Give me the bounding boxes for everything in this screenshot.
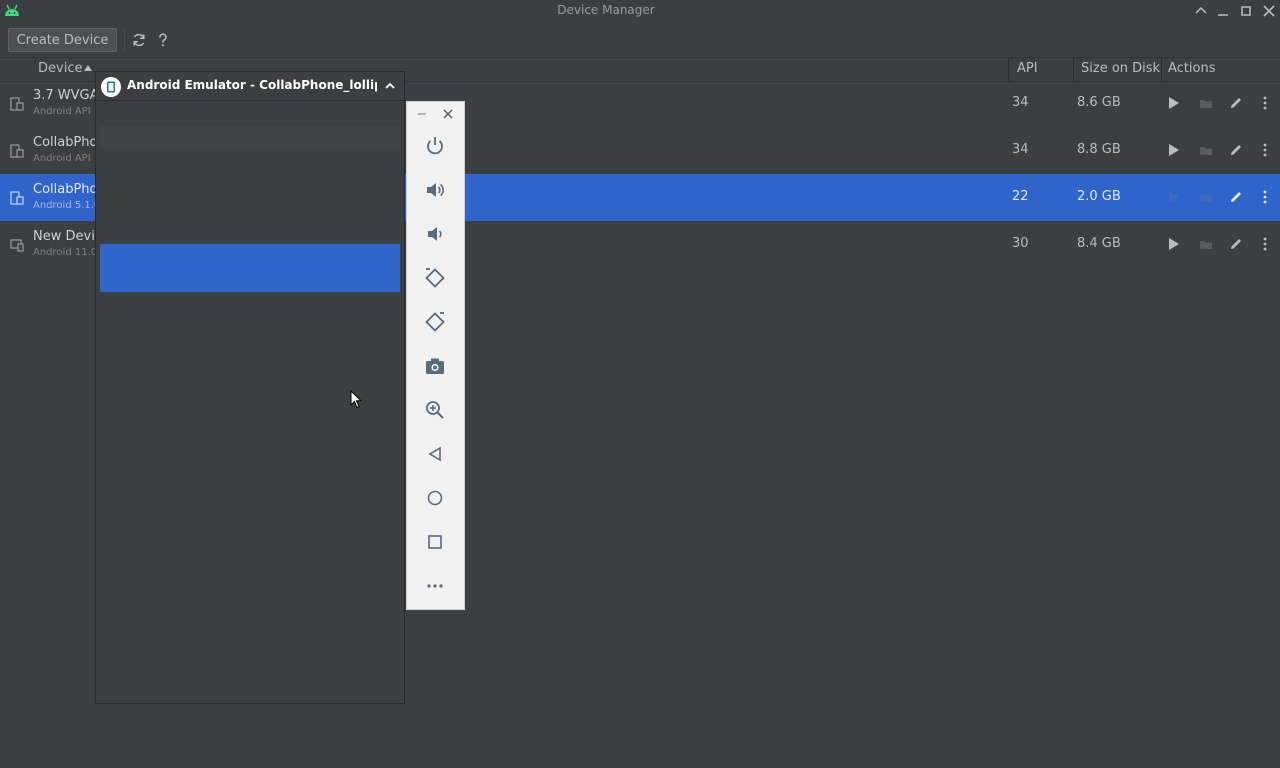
rotate-left-icon[interactable] — [423, 266, 447, 290]
emulator-selected-item[interactable] — [100, 244, 400, 292]
edit-icon[interactable] — [1228, 189, 1244, 205]
device-phone-icon — [10, 191, 24, 205]
api-column-header[interactable]: API — [1017, 61, 1038, 76]
minimize-icon[interactable] — [417, 109, 427, 119]
play-icon[interactable] — [1166, 189, 1182, 205]
folder-icon[interactable] — [1198, 142, 1214, 158]
more-horizontal-icon[interactable] — [423, 574, 447, 598]
maximize-icon[interactable] — [1237, 2, 1255, 20]
home-icon[interactable] — [423, 486, 447, 510]
device-subtitle: Android 11.0 — [33, 247, 98, 258]
device-api: 22 — [1012, 189, 1029, 204]
volume-up-icon[interactable] — [423, 178, 447, 202]
more-vertical-icon[interactable] — [1257, 189, 1273, 205]
folder-icon[interactable] — [1198, 236, 1214, 252]
edit-icon[interactable] — [1228, 142, 1244, 158]
emulator-status-bar — [100, 126, 400, 148]
device-subtitle: Android API 3 — [33, 106, 101, 117]
more-vertical-icon[interactable] — [1257, 236, 1273, 252]
overview-icon[interactable] — [423, 530, 447, 554]
folder-icon[interactable] — [1198, 189, 1214, 205]
refresh-icon[interactable] — [131, 32, 147, 48]
more-vertical-icon[interactable] — [1257, 95, 1273, 111]
close-icon[interactable] — [443, 109, 453, 119]
column-divider — [1073, 58, 1074, 81]
sort-ascending-icon — [84, 65, 92, 71]
mouse-cursor-icon — [350, 390, 362, 409]
volume-down-icon[interactable] — [423, 222, 447, 246]
zoom-in-icon[interactable] — [423, 398, 447, 422]
device-phone-icon — [10, 144, 24, 158]
device-size: 2.0 GB — [1077, 189, 1121, 204]
device-name: 3.7 WVGA — [33, 88, 99, 103]
minimize-icon[interactable] — [1214, 2, 1232, 20]
close-icon[interactable] — [1260, 2, 1278, 20]
device-name: New Devic — [33, 229, 102, 244]
toolbar-divider — [124, 28, 125, 52]
emulator-app-icon — [101, 77, 121, 97]
actions-column-header: Actions — [1168, 61, 1216, 76]
device-size: 8.4 GB — [1077, 236, 1121, 251]
device-api: 34 — [1012, 95, 1029, 110]
play-icon[interactable] — [1166, 142, 1182, 158]
device-subtitle: Android 5.1.0 — [33, 200, 101, 211]
collapse-icon[interactable] — [1192, 2, 1210, 20]
column-divider — [1161, 58, 1162, 81]
play-icon[interactable] — [1166, 95, 1182, 111]
device-subtitle: Android API 3 — [33, 153, 101, 164]
device-size: 8.8 GB — [1077, 142, 1121, 157]
device-api: 30 — [1012, 236, 1029, 251]
camera-icon[interactable] — [423, 354, 447, 378]
emulator-title: Android Emulator - CollabPhone_lollipop_… — [127, 78, 377, 92]
create-device-button[interactable]: Create Device — [8, 28, 117, 52]
power-icon[interactable] — [423, 134, 447, 158]
chevron-up-icon[interactable] — [384, 81, 396, 91]
emulator-window[interactable]: Android Emulator - CollabPhone_lollipop_… — [95, 71, 405, 704]
device-desktop-icon — [10, 239, 24, 252]
column-divider — [1008, 58, 1009, 81]
title-bar: Device Manager — [0, 0, 1280, 22]
device-column-header[interactable]: Device — [38, 61, 82, 76]
rotate-right-icon[interactable] — [423, 310, 447, 334]
emulator-controls-panel — [406, 101, 465, 610]
edit-icon[interactable] — [1228, 95, 1244, 111]
folder-icon[interactable] — [1198, 95, 1214, 111]
device-name: CollabPho — [33, 135, 98, 150]
help-icon[interactable] — [155, 32, 171, 48]
window-title: Device Manager — [557, 3, 655, 17]
phone-icon — [107, 81, 115, 93]
device-api: 34 — [1012, 142, 1029, 157]
device-name: CollabPho — [33, 182, 98, 197]
device-phone-icon — [10, 97, 24, 111]
play-icon[interactable] — [1166, 236, 1182, 252]
device-size: 8.6 GB — [1077, 95, 1121, 110]
emulator-title-bar[interactable]: Android Emulator - CollabPhone_lollipop_… — [96, 72, 404, 101]
size-column-header[interactable]: Size on Disk — [1081, 61, 1160, 76]
more-vertical-icon[interactable] — [1257, 142, 1273, 158]
edit-icon[interactable] — [1228, 236, 1244, 252]
back-icon[interactable] — [423, 442, 447, 466]
